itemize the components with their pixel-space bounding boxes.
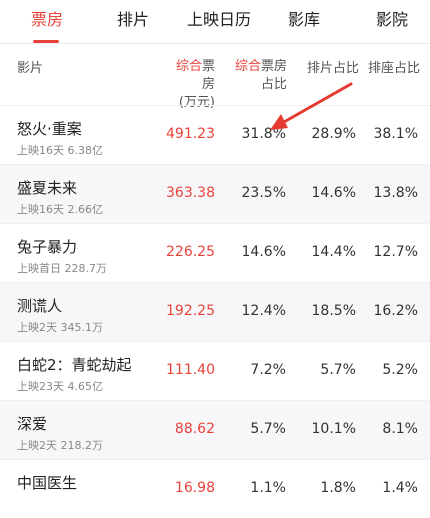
header-share-accent: 综合	[235, 59, 262, 74]
table-row[interactable]: 白蛇2：青蛇劫起 上映23天 4.65亿 111.40 7.2% 5.7% 5.…	[0, 341, 430, 400]
box-office-value: 491.23	[166, 126, 215, 142]
seat-share: 12.7%	[373, 244, 418, 260]
seat-share: 13.8%	[373, 185, 418, 201]
film-release-info: 上映2天 345.1万	[17, 321, 103, 334]
film-release-info: 上映16天 6.38亿	[17, 144, 103, 157]
box-office-share: 14.6%	[241, 244, 286, 260]
box-office-value: 226.25	[166, 244, 215, 260]
header-box-office-rest: 票房	[201, 59, 215, 92]
tab-cinemas[interactable]: 影院	[376, 9, 408, 31]
box-office-share: 12.4%	[241, 303, 286, 319]
header-schedule-share[interactable]: 排片占比	[307, 60, 359, 78]
table-row[interactable]: 兔子暴力 上映首日 228.7万 226.25 14.6% 14.4% 12.7…	[0, 223, 430, 282]
box-office-value: 192.25	[166, 303, 215, 319]
box-office-share: 23.5%	[241, 185, 286, 201]
table-row[interactable]: 怒火·重案 上映16天 6.38亿 491.23 31.8% 28.9% 38.…	[0, 105, 430, 164]
header-share-line2: 占比	[261, 77, 288, 92]
box-office-share: 1.1%	[250, 480, 286, 496]
film-title: 盛夏未来	[17, 179, 78, 197]
film-title: 怒火·重案	[17, 120, 82, 138]
film-list: 怒火·重案 上映16天 6.38亿 491.23 31.8% 28.9% 38.…	[0, 105, 430, 518]
box-office-value: 363.38	[166, 185, 215, 201]
seat-share: 16.2%	[373, 303, 418, 319]
film-title: 中国医生	[17, 474, 78, 492]
film-title: 深爱	[17, 415, 48, 433]
header-box-office[interactable]: 综合票房 (万元)	[163, 58, 215, 112]
table-row[interactable]: 中国医生 16.98 1.1% 1.8% 1.4%	[0, 459, 430, 518]
seat-share: 8.1%	[382, 421, 418, 437]
header-seat-share[interactable]: 排座占比	[368, 60, 420, 78]
top-tab-bar: 票房 排片 上映日历 影库 影院	[0, 0, 430, 44]
film-release-info: 上映首日 228.7万	[17, 262, 107, 275]
seat-share: 1.4%	[382, 480, 418, 496]
seat-share: 38.1%	[373, 126, 418, 142]
box-office-value: 88.62	[174, 421, 215, 437]
tab-schedule[interactable]: 排片	[117, 9, 149, 31]
tab-release-calendar[interactable]: 上映日历	[187, 9, 251, 31]
box-office-share: 7.2%	[250, 362, 286, 378]
header-share[interactable]: 综合票房 占比	[235, 58, 287, 94]
box-office-share: 5.7%	[250, 421, 286, 437]
table-row[interactable]: 测谎人 上映2天 345.1万 192.25 12.4% 18.5% 16.2%	[0, 282, 430, 341]
header-box-office-accent: 综合	[175, 59, 202, 74]
box-office-value: 16.98	[174, 480, 215, 496]
box-office-share: 31.8%	[241, 126, 286, 142]
film-release-info: 上映16天 2.66亿	[17, 203, 103, 216]
film-release-info: 上映23天 4.65亿	[17, 380, 103, 393]
active-tab-indicator	[33, 40, 59, 43]
box-office-value: 111.40	[166, 362, 215, 378]
film-title: 白蛇2：青蛇劫起	[17, 356, 132, 374]
header-share-rest: 票房	[261, 59, 288, 74]
table-row[interactable]: 盛夏未来 上映16天 2.66亿 363.38 23.5% 14.6% 13.8…	[0, 164, 430, 223]
tab-box-office[interactable]: 票房	[31, 9, 63, 31]
table-header: 影片 综合票房 (万元) 综合票房 占比 排片占比 排座占比	[0, 44, 430, 110]
tab-film-library[interactable]: 影库	[288, 9, 320, 31]
film-title: 测谎人	[17, 297, 63, 315]
film-title: 兔子暴力	[17, 238, 78, 256]
table-row[interactable]: 深爱 上映2天 218.2万 88.62 5.7% 10.1% 8.1%	[0, 400, 430, 459]
film-release-info: 上映2天 218.2万	[17, 439, 103, 452]
seat-share: 5.2%	[382, 362, 418, 378]
header-film: 影片	[17, 61, 44, 76]
